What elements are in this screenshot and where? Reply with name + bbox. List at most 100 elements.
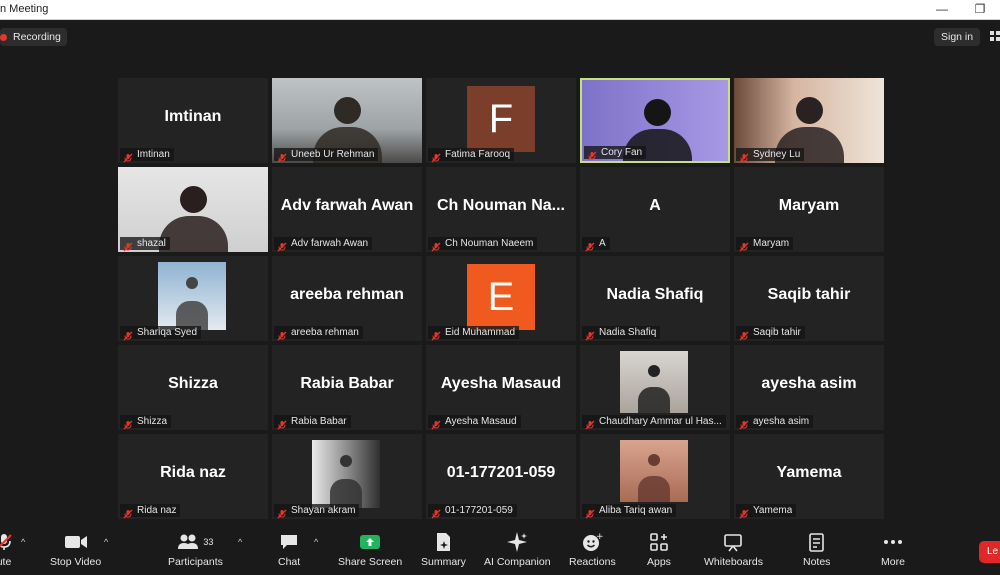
participant-name: Maryam	[753, 238, 790, 249]
ai-companion-button[interactable]: AI Companion	[484, 531, 551, 568]
participant-tile[interactable]: Maryam Maryam	[734, 167, 884, 252]
whiteboards-button[interactable]: Whiteboards	[704, 531, 763, 568]
participant-name-label: Maryam	[736, 237, 794, 251]
reactions-button[interactable]: + Reactions	[569, 531, 616, 568]
participant-tile[interactable]: Rida naz Rida naz	[118, 434, 268, 519]
participant-name: Yamema	[753, 505, 793, 516]
participant-name: Shayan akram	[291, 505, 356, 516]
participant-tile[interactable]: Chaudhary Ammar ul Has...	[580, 345, 730, 430]
participant-tile[interactable]: AA	[580, 167, 730, 252]
participant-tile[interactable]: Yamema Yamema	[734, 434, 884, 519]
participant-name: Rida naz	[137, 505, 177, 516]
apps-icon	[649, 531, 669, 553]
participants-button[interactable]: 33 Participants	[168, 531, 223, 568]
participant-display-name: 01-177201-059	[446, 464, 556, 481]
stop-video-button[interactable]: Stop Video	[50, 531, 101, 568]
participant-name-label: Saqib tahir	[736, 326, 805, 340]
summary-label: Summary	[421, 556, 466, 568]
participant-video	[620, 440, 688, 502]
meeting-toolbar: ute ^ Stop Video ^ 33 Participants ^ Cha…	[0, 527, 1000, 575]
participant-name: Sydney Lu	[753, 149, 801, 160]
participant-display-name: Imtinan	[164, 108, 222, 125]
participant-tile[interactable]: Ayesha Masaud Ayesha Masaud	[426, 345, 576, 430]
participant-name-label: 01-177201-059	[428, 504, 517, 518]
audio-options-chevron-icon[interactable]: ^	[21, 537, 25, 547]
participant-tile[interactable]: Nadia Shafiq Nadia Shafiq	[580, 256, 730, 341]
mute-button[interactable]: ute	[0, 531, 14, 568]
video-options-chevron-icon[interactable]: ^	[104, 537, 108, 547]
summary-document-icon	[434, 531, 452, 553]
participant-name: Nadia Shafiq	[599, 327, 657, 338]
participant-tile[interactable]: Shizza Shizza	[118, 345, 268, 430]
participant-name-label: Rabia Babar	[274, 415, 351, 429]
participant-tile[interactable]: Uneeb Ur Rehman	[272, 78, 422, 163]
participant-name: Eid Muhammad	[445, 327, 516, 338]
mic-muted-icon	[277, 328, 287, 340]
mic-muted-icon	[277, 150, 287, 162]
recording-label: Recording	[13, 31, 61, 43]
participant-video	[158, 262, 226, 330]
summary-button[interactable]: Summary	[421, 531, 466, 568]
more-button[interactable]: More	[881, 531, 905, 568]
reactions-label: Reactions	[569, 556, 616, 568]
participant-name-label: Ch Nouman Naeem	[428, 237, 538, 251]
participant-name-label: Shariqa Syed	[120, 326, 202, 340]
participant-tile[interactable]: Sydney Lu	[734, 78, 884, 163]
participant-name-label: Yamema	[736, 504, 797, 518]
participant-name: ayesha asim	[753, 416, 810, 427]
participant-name-label: Shayan akram	[274, 504, 360, 518]
participant-display-name: Maryam	[778, 197, 840, 214]
notes-button[interactable]: Notes	[803, 531, 830, 568]
recording-indicator[interactable]: Recording	[0, 28, 67, 46]
participant-name: 01-177201-059	[445, 505, 513, 516]
participant-tile[interactable]: Ch Nouman Na... Ch Nouman Naeem	[426, 167, 576, 252]
participant-avatar: F	[467, 86, 535, 152]
participant-tile[interactable]: Rabia Babar Rabia Babar	[272, 345, 422, 430]
notes-label: Notes	[803, 556, 831, 568]
participant-tile[interactable]: E Eid Muhammad	[426, 256, 576, 341]
participant-name: Ayesha Masaud	[445, 416, 517, 427]
sign-in-button[interactable]: Sign in	[934, 28, 981, 46]
participant-tile[interactable]: 01-177201-059 01-177201-059	[426, 434, 576, 519]
mic-muted-icon	[0, 531, 14, 553]
participant-name-label: areeba rehman	[274, 326, 363, 340]
participant-tile[interactable]: Shayan akram	[272, 434, 422, 519]
mic-muted-icon	[431, 239, 441, 251]
minimize-button[interactable]: —	[934, 2, 950, 16]
participant-tile[interactable]: ayesha asim ayesha asim	[734, 345, 884, 430]
leave-button[interactable]: Le	[979, 541, 1000, 563]
participant-tile[interactable]: Cory Fan	[580, 78, 730, 163]
mic-muted-icon	[739, 417, 749, 429]
participant-tile[interactable]: Saqib tahir Saqib tahir	[734, 256, 884, 341]
share-screen-icon	[359, 531, 381, 553]
participant-name-label: Ayesha Masaud	[428, 415, 521, 429]
participant-name-label: Imtinan	[120, 148, 174, 162]
whiteboard-icon	[723, 531, 743, 553]
chat-options-chevron-icon[interactable]: ^	[314, 537, 318, 547]
mute-label: ute	[0, 556, 12, 568]
recording-dot-icon	[0, 33, 7, 41]
participant-tile[interactable]: F Fatima Farooq	[426, 78, 576, 163]
restore-button[interactable]: ❐	[972, 2, 988, 16]
participant-name-label: Cory Fan	[584, 146, 647, 160]
more-label: More	[881, 556, 905, 568]
view-grid-icon[interactable]	[990, 31, 1000, 41]
mic-muted-icon	[123, 506, 133, 518]
participant-tile[interactable]: Imtinan Imtinan	[118, 78, 268, 163]
participant-tile[interactable]: shazal	[118, 167, 268, 252]
share-screen-button[interactable]: Share Screen	[338, 531, 402, 568]
participants-options-chevron-icon[interactable]: ^	[238, 537, 242, 547]
mic-muted-icon	[585, 506, 595, 518]
participant-name: Rabia Babar	[291, 416, 347, 427]
participant-tile[interactable]: areeba rehman areeba rehman	[272, 256, 422, 341]
apps-button[interactable]: Apps	[647, 531, 671, 568]
participant-name-label: Chaudhary Ammar ul Has...	[582, 415, 726, 429]
participant-tile[interactable]: Aliba Tariq awan	[580, 434, 730, 519]
participant-tile[interactable]: Adv farwah Awan Adv farwah Awan	[272, 167, 422, 252]
notes-icon	[808, 531, 826, 553]
chat-button[interactable]: Chat	[278, 531, 300, 568]
participant-name: Saqib tahir	[753, 327, 801, 338]
participants-icon: 33	[177, 531, 213, 553]
participant-tile[interactable]: Shariqa Syed	[118, 256, 268, 341]
mic-muted-icon	[277, 506, 287, 518]
